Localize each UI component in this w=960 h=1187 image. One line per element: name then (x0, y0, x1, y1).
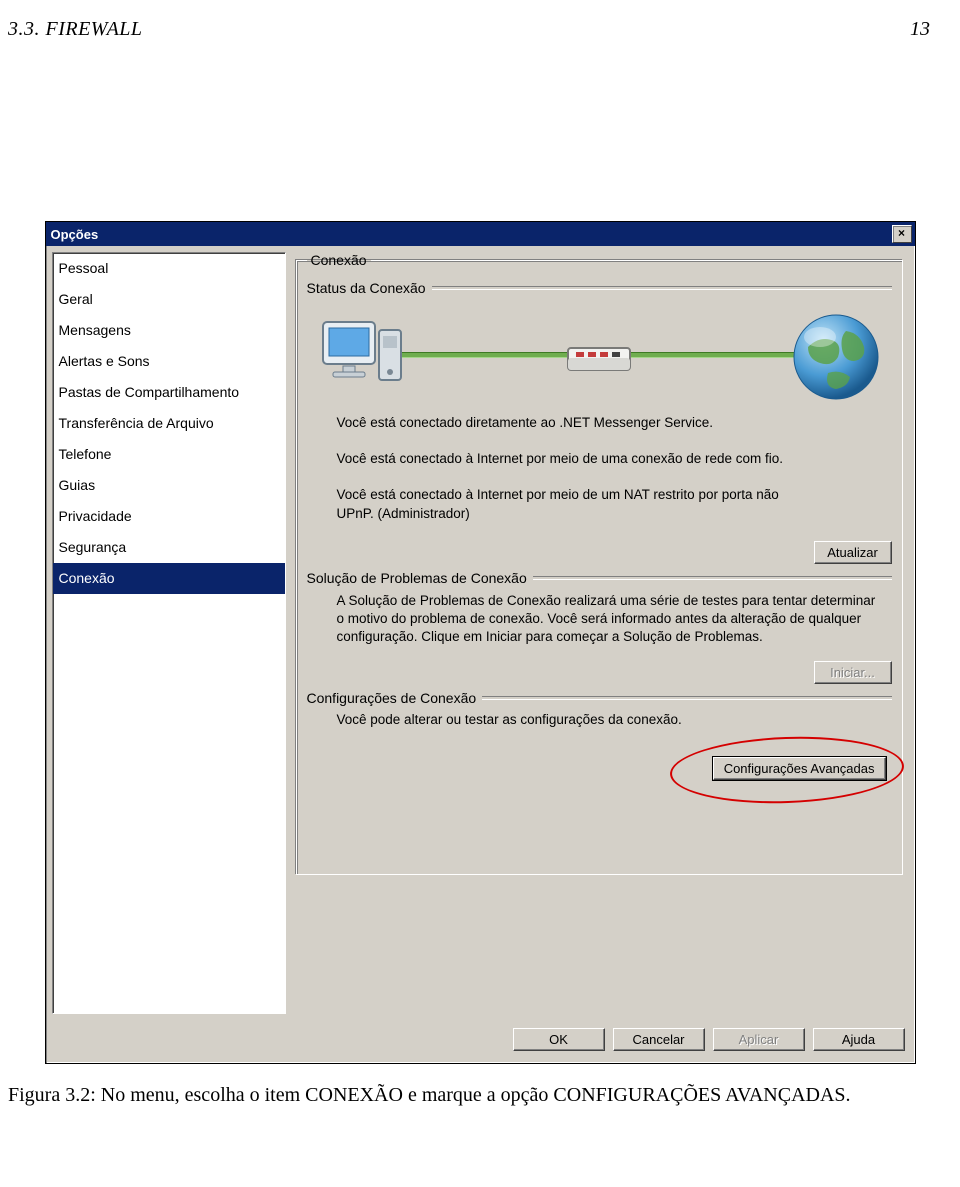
sidebar-item-label: Pastas de Compartilhamento (59, 384, 240, 400)
button-label: Aplicar (739, 1032, 779, 1047)
ok-button[interactable]: OK (513, 1028, 605, 1051)
cancel-button[interactable]: Cancelar (613, 1028, 705, 1051)
troubleshoot-text: A Solução de Problemas de Conexão realiz… (337, 592, 877, 647)
sidebar-item-guias[interactable]: Guias (53, 470, 285, 501)
computer-icon (317, 316, 407, 399)
conexao-fieldset: Conexão Status da Conexão (296, 252, 903, 875)
apply-button[interactable]: Aplicar (713, 1028, 805, 1051)
button-label: Cancelar (632, 1032, 684, 1047)
status-line-1: Você está conectado diretamente ao .NET … (337, 414, 817, 432)
sidebar-item-label: Privacidade (59, 508, 132, 524)
sidebar-item-mensagens[interactable]: Mensagens (53, 315, 285, 346)
button-label: Configurações Avançadas (724, 761, 875, 776)
close-button[interactable]: × (892, 225, 912, 243)
start-troubleshoot-button[interactable]: Iniciar... (814, 661, 892, 684)
sidebar-item-pessoal[interactable]: Pessoal (53, 253, 285, 284)
sidebar-item-label: Transferência de Arquivo (59, 415, 214, 431)
sidebar-item-conexao[interactable]: Conexão (53, 563, 285, 594)
config-text: Você pode alterar ou testar as configura… (337, 712, 892, 727)
button-label: Iniciar... (830, 665, 875, 680)
sidebar-item-label: Guias (59, 477, 96, 493)
config-legend: Configurações de Conexão (307, 690, 477, 706)
status-line-2: Você está conectado à Internet por meio … (337, 450, 817, 468)
globe-icon (790, 311, 882, 406)
sidebar-item-alertas[interactable]: Alertas e Sons (53, 346, 285, 377)
sidebar-item-label: Alertas e Sons (59, 353, 150, 369)
footer-buttons: OK Cancelar Aplicar Ajuda (46, 1020, 915, 1063)
sidebar-item-telefone[interactable]: Telefone (53, 439, 285, 470)
button-label: Atualizar (827, 545, 878, 560)
options-dialog: Opções × Pessoal Geral Mensagens Alertas… (45, 221, 916, 1064)
sidebar-item-label: Mensagens (59, 322, 131, 338)
sidebar-item-label: Pessoal (59, 260, 109, 276)
status-legend: Status da Conexão (307, 280, 426, 296)
sidebar-item-transferencia[interactable]: Transferência de Arquivo (53, 408, 285, 439)
status-graphic (307, 306, 892, 406)
advanced-settings-button[interactable]: Configurações Avançadas (713, 757, 886, 780)
sidebar-item-privacidade[interactable]: Privacidade (53, 501, 285, 532)
sidebar-item-label: Conexão (59, 570, 115, 586)
dialog-title: Opções (51, 227, 99, 242)
button-label: Ajuda (842, 1032, 875, 1047)
troubleshoot-group: Solução de Problemas de Conexão A Soluçã… (307, 570, 892, 684)
router-icon (566, 342, 632, 379)
titlebar: Opções × (46, 222, 915, 246)
sidebar-item-seguranca[interactable]: Segurança (53, 532, 285, 563)
status-text: Você está conectado diretamente ao .NET … (337, 414, 892, 523)
button-label: OK (549, 1032, 568, 1047)
status-group: Status da Conexão (307, 280, 892, 564)
divider (432, 286, 892, 290)
close-icon: × (898, 226, 905, 240)
sidebar-item-pastas[interactable]: Pastas de Compartilhamento (53, 377, 285, 408)
content-panel: Conexão Status da Conexão (286, 252, 909, 1014)
config-group: Configurações de Conexão Você pode alter… (307, 690, 892, 780)
panel-title: Conexão (307, 252, 371, 268)
section-label: 3.3. FIREWALL (8, 18, 143, 41)
sidebar-item-label: Telefone (59, 446, 112, 462)
page-number: 13 (910, 18, 930, 41)
refresh-button[interactable]: Atualizar (814, 541, 892, 564)
sidebar-item-label: Geral (59, 291, 93, 307)
sidebar-item-label: Segurança (59, 539, 127, 555)
page-header: 3.3. FIREWALL 13 (0, 0, 960, 41)
status-line-3: Você está conectado à Internet por meio … (337, 486, 817, 522)
figure-caption: Figura 3.2: No menu, escolha o item CONE… (0, 1064, 960, 1140)
sidebar-item-geral[interactable]: Geral (53, 284, 285, 315)
help-button[interactable]: Ajuda (813, 1028, 905, 1051)
divider (533, 576, 892, 580)
troubleshoot-legend: Solução de Problemas de Conexão (307, 570, 527, 586)
divider (482, 696, 891, 700)
sidebar: Pessoal Geral Mensagens Alertas e Sons P… (52, 252, 286, 1014)
